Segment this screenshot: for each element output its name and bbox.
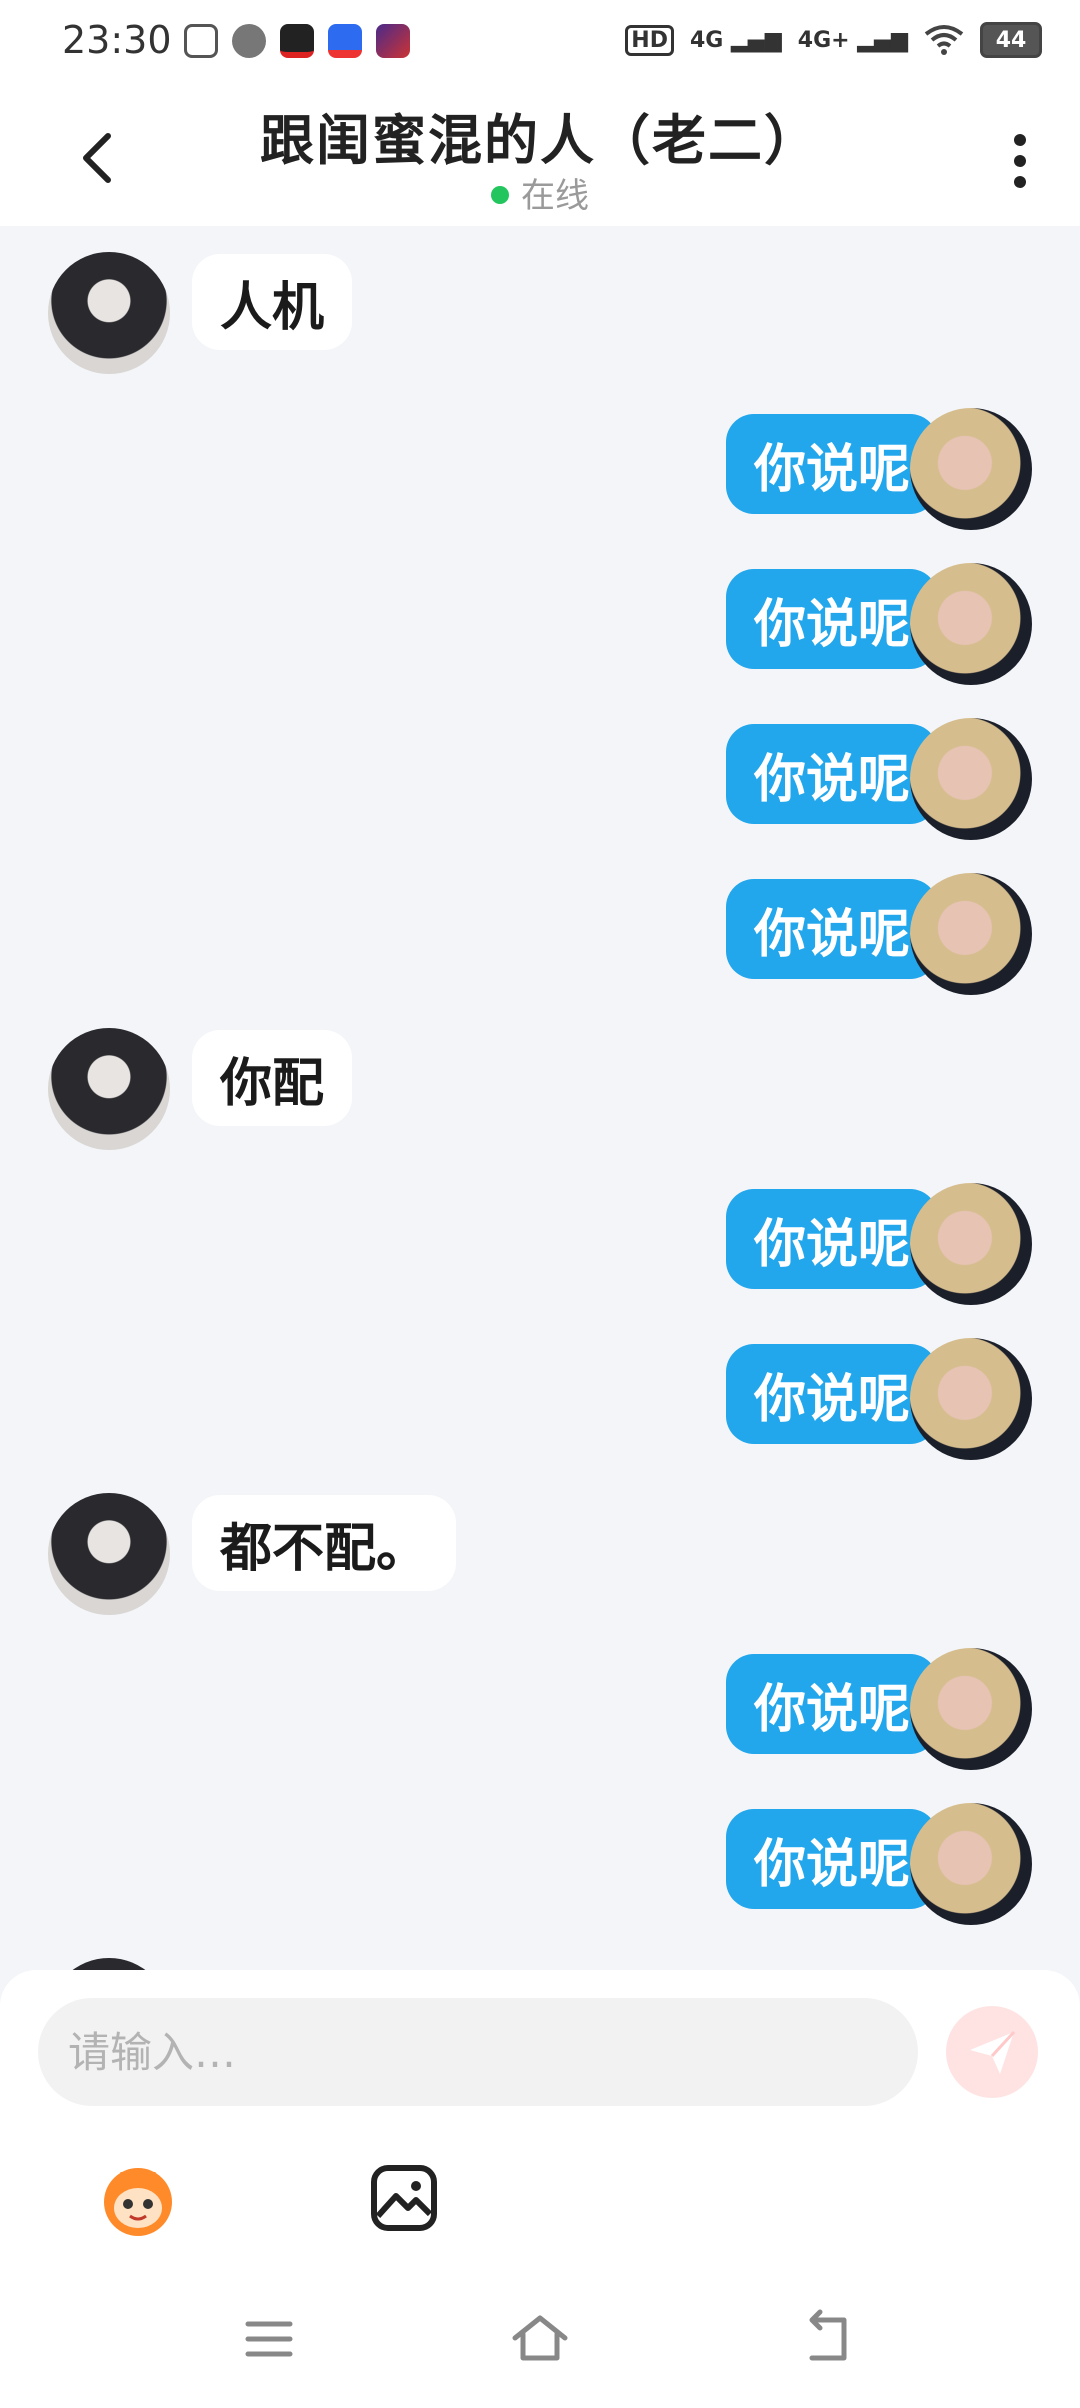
send-icon xyxy=(970,2030,1016,2074)
back-arrow-icon xyxy=(809,2309,847,2361)
chat-title: 跟闺蜜混的人（老二） xyxy=(260,109,820,172)
app-notification-icon xyxy=(184,24,218,58)
message-row: 你说呢 xyxy=(0,873,1080,1003)
message-bubble[interactable]: 你说呢 xyxy=(725,1344,938,1444)
message-row: 你说呢 xyxy=(0,1803,1080,1933)
send-button[interactable] xyxy=(946,2006,1038,2098)
message-row: 都不配。 xyxy=(0,1493,1080,1623)
notification-icons xyxy=(184,24,410,58)
chat-header: 跟闺蜜混的人（老二） 在线 xyxy=(0,86,1080,226)
my-avatar[interactable] xyxy=(910,1803,1032,1925)
wifi-icon xyxy=(924,25,964,55)
hd-icon: HD xyxy=(625,24,674,56)
status-bar: 23:30 HD 4G ▂▄▆ 4G+ ▂▄▆ 44 xyxy=(0,0,1080,86)
message-input[interactable] xyxy=(38,1998,918,2106)
online-status: 在线 xyxy=(0,168,1080,217)
message-row: 你说呢 xyxy=(0,1338,1080,1468)
message-bubble[interactable]: 你说呢 xyxy=(725,1654,938,1754)
message-row: 人机 xyxy=(0,252,1080,382)
message-bubble[interactable]: 人机 xyxy=(192,254,353,350)
signal-4g-plus-icon: 4G+ ▂▄▆ xyxy=(797,27,908,53)
message-row: 你说呢 xyxy=(0,1183,1080,1313)
my-avatar[interactable] xyxy=(910,1183,1032,1305)
message-row: 你说呢 xyxy=(0,408,1080,538)
system-nav-bar xyxy=(0,2278,1080,2408)
app-notification-icon xyxy=(328,24,362,58)
my-avatar[interactable] xyxy=(910,563,1032,685)
image-icon xyxy=(371,2165,437,2231)
online-dot-icon xyxy=(491,186,509,204)
message-bubble[interactable]: 你说呢 xyxy=(725,1189,938,1289)
back-nav-button[interactable] xyxy=(790,2304,860,2374)
message-bubble[interactable]: 你说呢 xyxy=(725,724,938,824)
image-picker-button[interactable] xyxy=(356,2150,452,2246)
menu-icon xyxy=(245,2321,293,2357)
contact-avatar[interactable] xyxy=(48,1493,170,1615)
mascot-sticker-icon xyxy=(104,2168,172,2236)
online-label: 在线 xyxy=(521,176,589,216)
system-status: HD 4G ▂▄▆ 4G+ ▂▄▆ 44 xyxy=(625,22,1042,58)
battery-icon: 44 xyxy=(980,22,1042,58)
app-notification-icon xyxy=(280,24,314,58)
message-row: 你说呢 xyxy=(0,563,1080,693)
my-avatar[interactable] xyxy=(910,718,1032,840)
message-bubble[interactable]: 你说呢 xyxy=(725,879,938,979)
more-vertical-icon xyxy=(1014,134,1026,188)
message-bubble[interactable]: 都不配。 xyxy=(192,1495,457,1591)
message-row: 你说呢 xyxy=(0,1648,1080,1778)
more-options-button[interactable] xyxy=(990,126,1050,196)
message-bubble[interactable]: 你配 xyxy=(192,1030,353,1126)
message-bubble[interactable]: 你说呢 xyxy=(725,1809,938,1909)
message-row: 你说呢 xyxy=(0,718,1080,848)
message-row: 你配 xyxy=(0,1028,1080,1158)
my-avatar[interactable] xyxy=(910,1338,1032,1460)
app-notification-icon xyxy=(376,24,410,58)
my-avatar[interactable] xyxy=(910,408,1032,530)
my-avatar[interactable] xyxy=(910,1648,1032,1770)
home-icon xyxy=(512,2315,568,2361)
emoji-sticker-button[interactable] xyxy=(90,2150,186,2246)
app-notification-icon xyxy=(232,24,266,58)
contact-avatar[interactable] xyxy=(48,1028,170,1150)
message-bubble[interactable]: 你说呢 xyxy=(725,569,938,669)
home-nav-button[interactable] xyxy=(505,2304,575,2374)
message-list[interactable]: 人机 你说呢 你说呢 你说呢 你说呢 你配 你说呢 你说呢 都不配。 你说呢 你… xyxy=(0,226,1080,1971)
signal-4g-icon: 4G ▂▄▆ xyxy=(689,27,782,53)
menu-nav-button[interactable] xyxy=(234,2304,304,2374)
status-time: 23:30 xyxy=(62,18,172,62)
composer-panel xyxy=(0,1970,1080,2408)
message-bubble[interactable]: 你说呢 xyxy=(725,414,938,514)
contact-avatar[interactable] xyxy=(48,252,170,374)
my-avatar[interactable] xyxy=(910,873,1032,995)
